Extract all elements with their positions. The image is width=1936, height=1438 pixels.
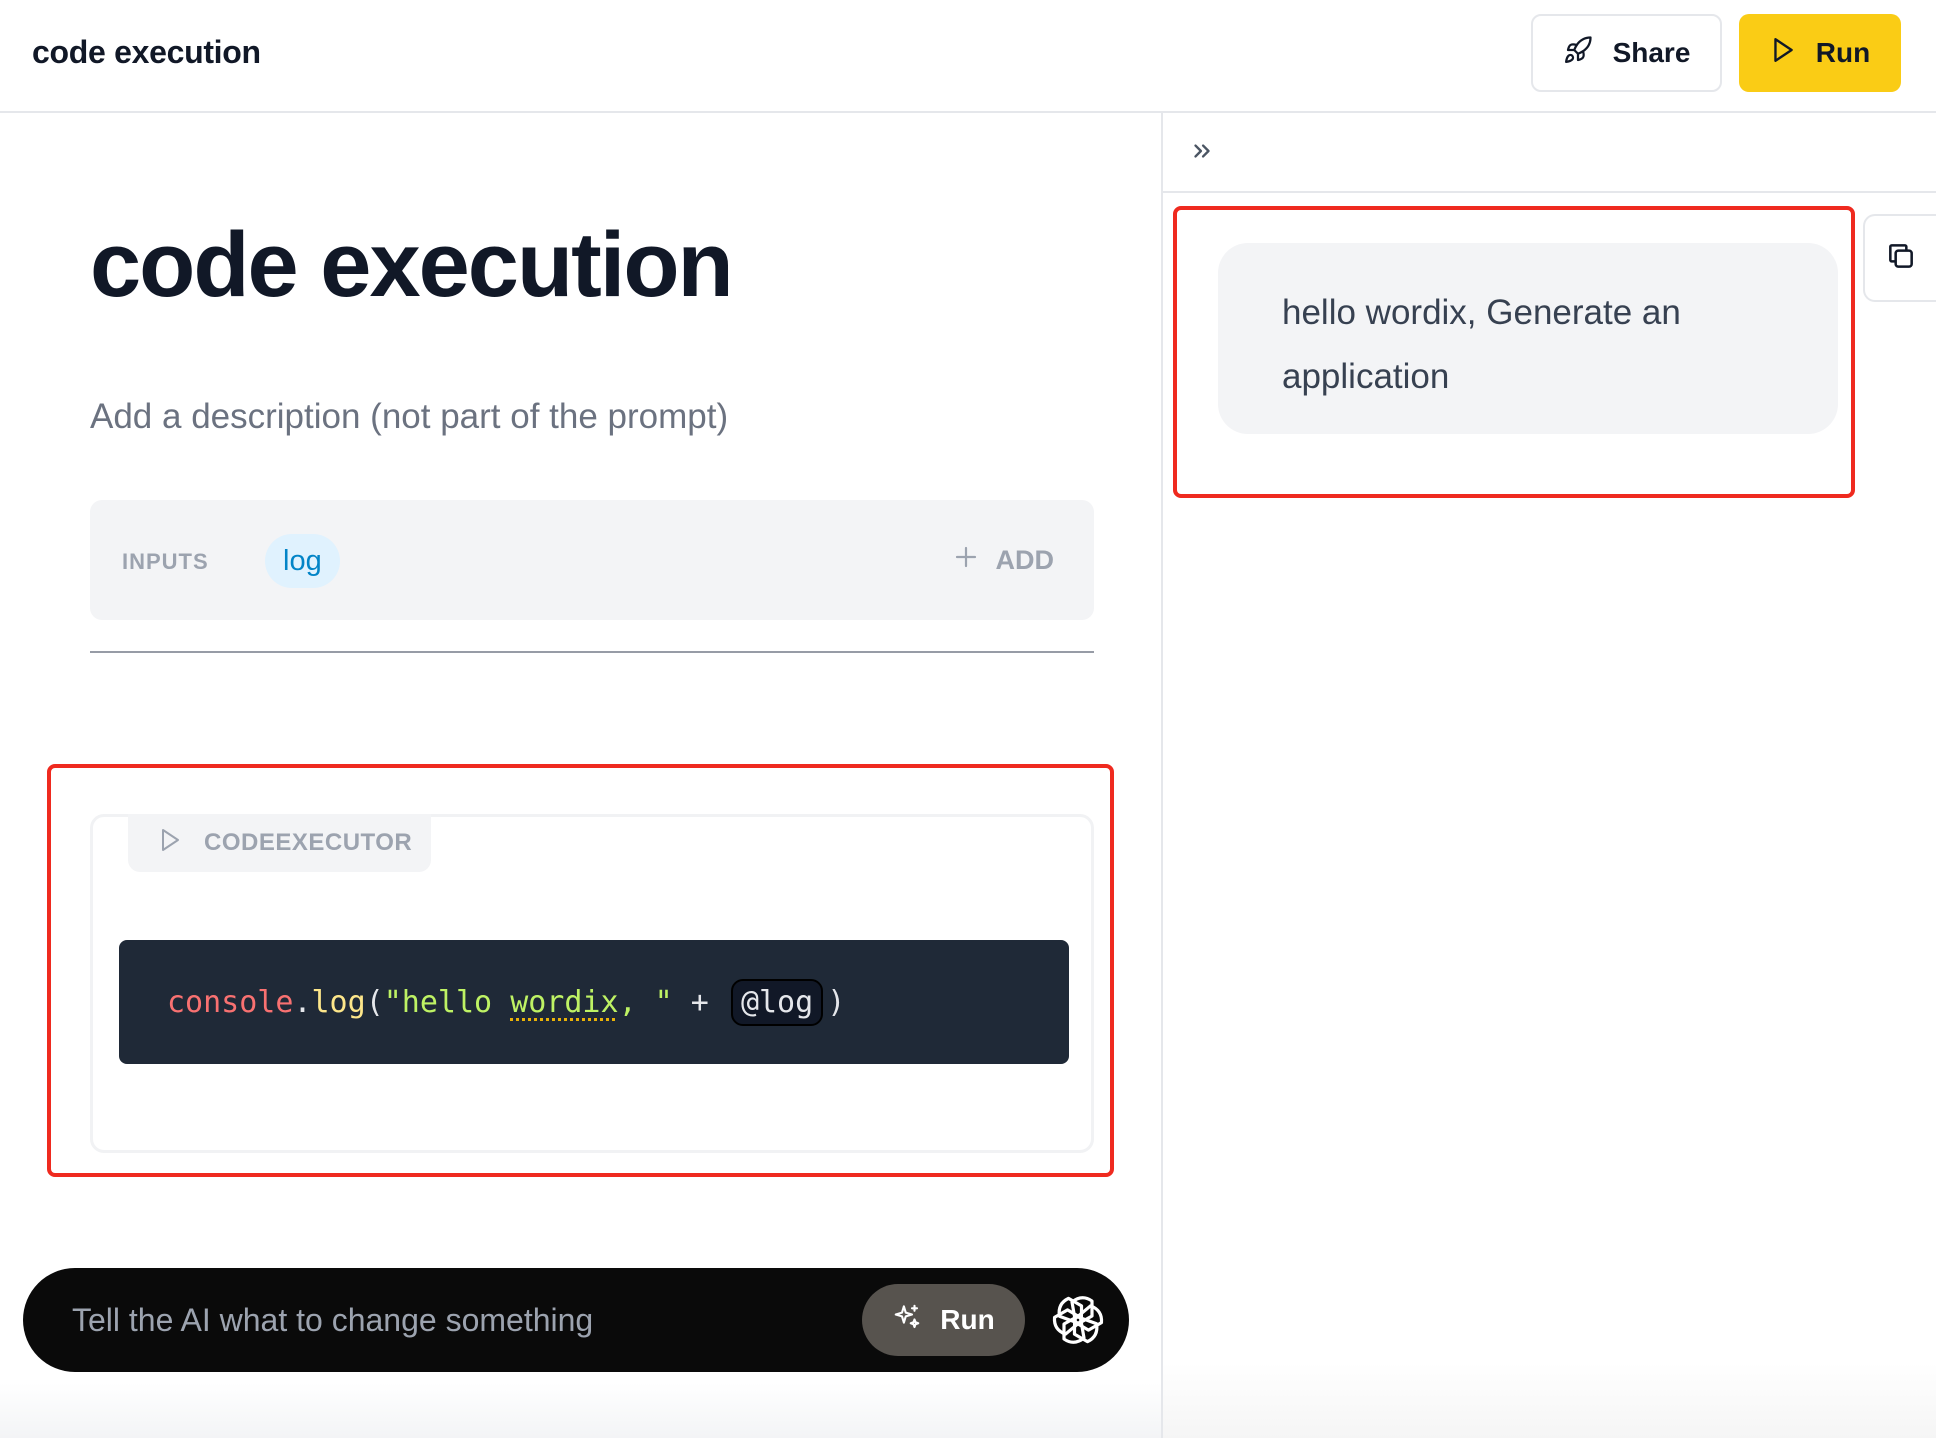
ai-prompt-input[interactable]: Tell the AI what to change something xyxy=(72,1302,593,1339)
code-token-object: console xyxy=(167,984,294,1020)
share-button-label: Share xyxy=(1612,37,1691,68)
inputs-panel: INPUTS log ADD xyxy=(90,500,1094,620)
ai-run-button[interactable]: Run xyxy=(862,1284,1025,1356)
top-bar: code execution Share Run xyxy=(0,0,1936,113)
output-pane: hello wordix, Generate an application xyxy=(1163,113,1936,1438)
run-button[interactable]: Run xyxy=(1739,14,1901,92)
input-chip-log[interactable]: log xyxy=(265,534,340,588)
copy-output-button[interactable] xyxy=(1863,214,1936,302)
play-icon xyxy=(1770,36,1796,71)
output-header-divider xyxy=(1163,191,1936,193)
play-outline-icon xyxy=(158,827,182,860)
code-token-plus: + xyxy=(672,984,727,1020)
share-button[interactable]: Share xyxy=(1531,14,1722,92)
code-token-dot: . xyxy=(293,984,312,1020)
page-title[interactable]: code execution xyxy=(90,213,734,318)
ai-run-label: Run xyxy=(940,1304,995,1335)
code-token-method: log xyxy=(311,984,366,1020)
section-divider xyxy=(90,651,1094,653)
code-executor-block[interactable]: CODEEXECUTOR console. log("hello wordix, … xyxy=(90,814,1094,1153)
bottom-fade xyxy=(0,1383,1161,1438)
output-message: hello wordix, Generate an application xyxy=(1218,243,1838,434)
code-editor[interactable]: console. log("hello wordix, " + @log) xyxy=(119,940,1069,1064)
code-executor-tab[interactable]: CODEEXECUTOR xyxy=(128,814,431,872)
openai-logo-icon[interactable] xyxy=(1048,1290,1108,1350)
rocket-icon xyxy=(1563,35,1593,72)
app-title: code execution xyxy=(32,34,261,70)
inputs-label: INPUTS xyxy=(122,549,209,574)
description-field[interactable]: Add a description (not part of the promp… xyxy=(90,397,728,437)
editor-pane: code execution Add a description (not pa… xyxy=(0,113,1161,1438)
bottom-fade xyxy=(1163,1363,1936,1438)
plus-icon xyxy=(954,545,978,576)
sparkles-icon xyxy=(892,1302,922,1339)
add-input-label: ADD xyxy=(995,544,1055,575)
code-token-string-word: wordix xyxy=(510,984,619,1020)
run-button-label: Run xyxy=(1815,37,1871,68)
ai-prompt-bar: Tell the AI what to change something Run xyxy=(23,1268,1129,1372)
code-variable-chip[interactable]: @log xyxy=(730,978,824,1026)
code-token-string-start: "hello xyxy=(383,984,511,1020)
code-token-close-paren: ) xyxy=(827,984,846,1020)
copy-icon xyxy=(1885,240,1917,277)
code-token-open-paren: ( xyxy=(365,984,384,1020)
chevrons-right-icon[interactable] xyxy=(1189,135,1229,175)
add-input-button[interactable]: ADD xyxy=(954,536,1055,584)
code-executor-label: CODEEXECUTOR xyxy=(204,829,413,856)
code-token-string-end: , " xyxy=(618,984,673,1020)
